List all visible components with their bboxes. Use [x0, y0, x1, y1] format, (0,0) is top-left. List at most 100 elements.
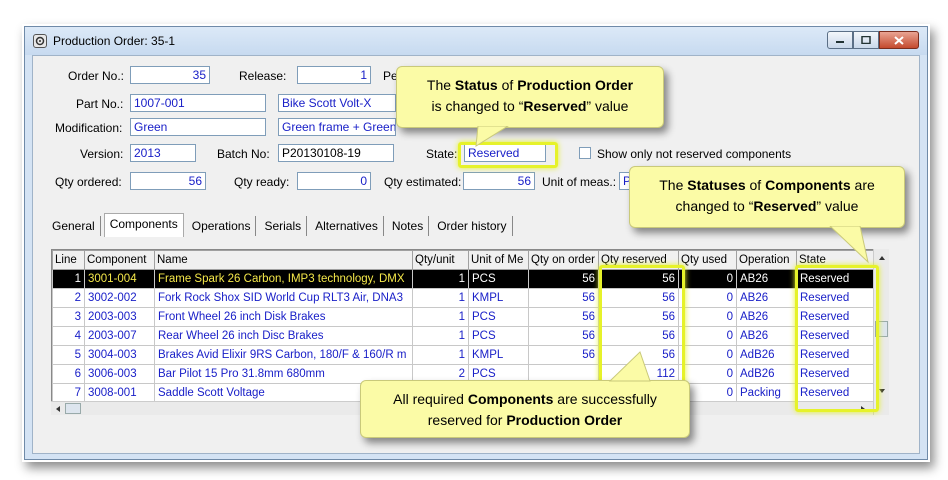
cell-name[interactable]: Rear Wheel 26 inch Disc Brakes	[154, 326, 413, 346]
release-label: Release:	[239, 69, 287, 83]
show-only-not-reserved-checkbox[interactable]	[579, 147, 591, 159]
qty-ordered-field[interactable]: 56	[130, 172, 206, 190]
cell-name[interactable]: Brakes Avid Elixir 9RS Carbon, 180/F & 1…	[154, 345, 413, 365]
col-qty-on-order-header[interactable]: Qty on order	[528, 250, 599, 270]
release-field[interactable]: 1	[297, 66, 371, 84]
cell-line[interactable]: 1	[52, 269, 85, 289]
cell-qty-unit[interactable]: 1	[412, 326, 469, 346]
order-no-field[interactable]: 35	[130, 66, 210, 84]
cell-qty-on-order[interactable]: 56	[528, 288, 599, 308]
cell-qty-unit[interactable]: 1	[412, 269, 469, 289]
cell-line[interactable]: 6	[52, 364, 85, 384]
components-callout-pointer	[829, 226, 869, 264]
cell-qty-unit[interactable]: 1	[412, 307, 469, 327]
maximize-button[interactable]	[853, 31, 879, 49]
cell-qty-on-order[interactable]: 56	[528, 269, 599, 289]
cell-qty-on-order[interactable]: 56	[528, 307, 599, 327]
tab-alternatives[interactable]: Alternatives	[310, 216, 384, 236]
tab-general[interactable]: General	[47, 216, 101, 236]
col-qty-used-header[interactable]: Qty used	[678, 250, 737, 270]
batch-no-label: Batch No:	[217, 147, 270, 161]
cell-operation[interactable]: AB26	[736, 288, 797, 308]
tab-strip: General Components Operations Serials Al…	[47, 213, 516, 237]
tab-order-history[interactable]: Order history	[432, 216, 513, 236]
cell-operation[interactable]: AdB26	[736, 345, 797, 365]
part-name-field[interactable]: Bike Scott Volt-X	[278, 94, 396, 112]
cell-qty-used[interactable]: 0	[678, 345, 737, 365]
col-name-header[interactable]: Name	[154, 250, 413, 270]
batch-no-field[interactable]: P20130108-19	[278, 144, 394, 162]
cell-qty-used[interactable]: 0	[678, 288, 737, 308]
cell-qty-unit[interactable]: 1	[412, 288, 469, 308]
cell-line[interactable]: 4	[52, 326, 85, 346]
table-row[interactable]: 1 3001-004 Frame Spark 26 Carbon, IMP3 tec…	[52, 269, 875, 289]
cell-qty-used[interactable]: 0	[678, 326, 737, 346]
table-row[interactable]: 5 3004-003 Brakes Avid Elixir 9RS Carbon, …	[52, 345, 875, 365]
minimize-button[interactable]	[827, 31, 853, 49]
table-row[interactable]: 4 2003-007 Rear Wheel 26 inch Disc Brakes 1…	[52, 326, 875, 346]
cell-name[interactable]: Frame Spark 26 Carbon, IMP3 technology, …	[154, 269, 413, 289]
tab-notes[interactable]: Notes	[387, 216, 430, 236]
cell-qty-unit[interactable]: 1	[412, 345, 469, 365]
col-qty-unit-header[interactable]: Qty/unit	[412, 250, 469, 270]
cell-qty-on-order[interactable]: 56	[528, 345, 599, 365]
cell-line[interactable]: 2	[52, 288, 85, 308]
cell-unit[interactable]: KMPL	[468, 288, 529, 308]
cell-line[interactable]: 7	[52, 383, 85, 403]
horizontal-scroll-thumb[interactable]	[65, 403, 81, 414]
modification-desc-field[interactable]: Green frame + Green fork	[278, 118, 396, 136]
all-reserved-line2: reserved for Production Order	[427, 412, 623, 428]
cell-unit[interactable]: KMPL	[468, 345, 529, 365]
cell-line[interactable]: 3	[52, 307, 85, 327]
cell-qty-used[interactable]: 0	[678, 269, 737, 289]
close-button[interactable]	[879, 31, 919, 49]
cell-line[interactable]: 5	[52, 345, 85, 365]
cell-component[interactable]: 2003-003	[84, 307, 155, 327]
cell-operation[interactable]: AB26	[736, 269, 797, 289]
cell-qty-on-order[interactable]: 56	[528, 326, 599, 346]
cell-unit[interactable]: PCS	[468, 326, 529, 346]
show-only-label: Show only not reserved components	[597, 147, 792, 161]
col-line-header[interactable]: Line	[52, 250, 85, 270]
qty-ready-field[interactable]: 0	[297, 172, 371, 190]
cell-component[interactable]: 2003-007	[84, 326, 155, 346]
cell-component[interactable]: 3008-001	[84, 383, 155, 403]
status-callout-line1: The Status of Production Order	[426, 77, 634, 93]
col-operation-header[interactable]: Operation	[736, 250, 797, 270]
version-field[interactable]: 2013	[130, 144, 196, 162]
cell-operation[interactable]: AB26	[736, 326, 797, 346]
cell-operation[interactable]: AdB26	[736, 364, 797, 384]
cell-name[interactable]: Fork Rock Shox SID World Cup RLT3 Air, D…	[154, 288, 413, 308]
components-callout-line2: changed to “Reserved” value	[675, 198, 859, 214]
col-unit-header[interactable]: Unit of Me	[468, 250, 529, 270]
tab-operations[interactable]: Operations	[187, 216, 257, 236]
table-row[interactable]: 3 2003-003 Front Wheel 26 inch Disk Brakes…	[52, 307, 875, 327]
cell-component[interactable]: 3001-004	[84, 269, 155, 289]
modification-field[interactable]: Green	[130, 118, 266, 136]
scroll-left-icon	[56, 406, 60, 412]
table-row[interactable]: 2 3002-002 Fork Rock Shox SID World Cup RL…	[52, 288, 875, 308]
grid-header-row: Line Component Name Qty/unit Unit of Me …	[52, 250, 875, 270]
state-label: State:	[426, 147, 458, 161]
cell-operation[interactable]: Packing	[736, 383, 797, 403]
status-callout: The Status of Production Order is change…	[396, 66, 664, 128]
qty-estimated-field[interactable]: 56	[463, 172, 535, 190]
cell-operation[interactable]: AB26	[736, 307, 797, 327]
component-state-highlight	[795, 265, 879, 412]
version-label: Version:	[80, 147, 124, 161]
part-no-field[interactable]: 1007-001	[130, 94, 266, 112]
cell-qty-used[interactable]: 0	[678, 307, 737, 327]
cell-name[interactable]: Front Wheel 26 inch Disk Brakes	[154, 307, 413, 327]
cell-component[interactable]: 3006-003	[84, 364, 155, 384]
cell-component[interactable]: 3002-002	[84, 288, 155, 308]
qty-estimated-label: Qty estimated:	[384, 175, 462, 189]
status-callout-pointer	[475, 126, 509, 147]
window-title: Production Order: 35-1	[53, 34, 176, 48]
cell-unit[interactable]: PCS	[468, 269, 529, 289]
tab-components[interactable]: Components	[103, 213, 184, 237]
col-component-header[interactable]: Component	[84, 250, 155, 270]
tab-serials[interactable]: Serials	[259, 216, 308, 236]
title-bar[interactable]: Production Order: 35-1	[25, 27, 927, 55]
cell-unit[interactable]: PCS	[468, 307, 529, 327]
cell-component[interactable]: 3004-003	[84, 345, 155, 365]
